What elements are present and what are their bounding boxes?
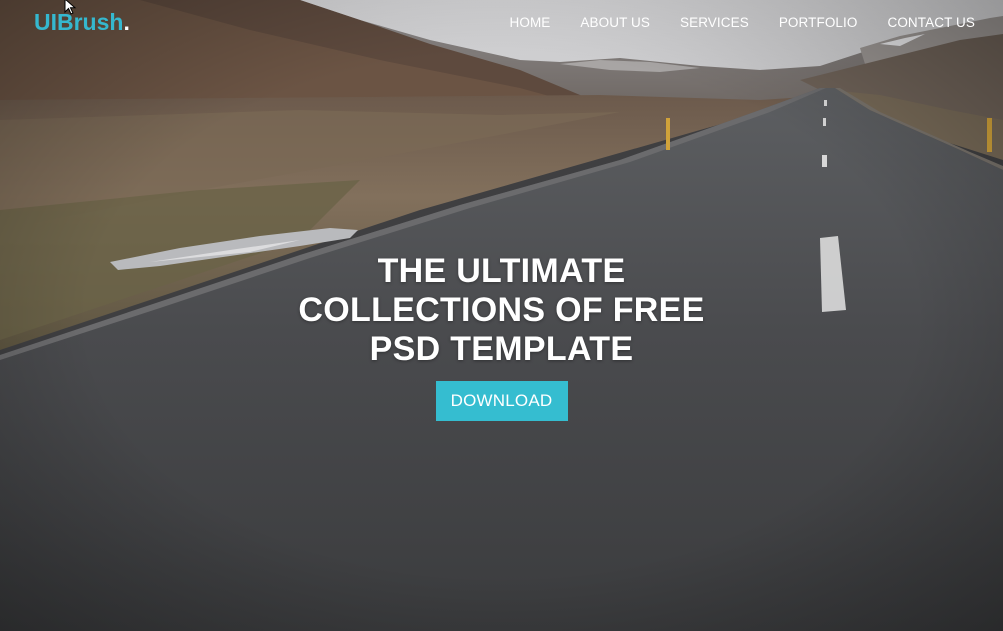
hero-section: UIBrush. HOME ABOUT US SERVICES PORTFOLI… (0, 0, 1003, 631)
nav-item-services[interactable]: SERVICES (680, 15, 749, 30)
nav-item-portfolio[interactable]: PORTFOLIO (779, 15, 858, 30)
brand-dot: . (123, 9, 130, 35)
hero-title: THE ULTIMATE COLLECTIONS OF FREE PSD TEM… (242, 252, 762, 369)
hero-title-line-2: COLLECTIONS OF FREE (298, 291, 705, 329)
mouse-pointer-icon (64, 0, 77, 15)
nav-item-about-us[interactable]: ABOUT US (580, 15, 650, 30)
hero-title-line-3: PSD TEMPLATE (369, 330, 634, 368)
download-button[interactable]: DOWNLOAD (435, 381, 568, 421)
brand-name: UIBrush (34, 9, 124, 35)
nav-item-contact-us[interactable]: CONTACT US (887, 15, 975, 30)
brand-logo[interactable]: UIBrush. (34, 9, 130, 36)
hero-title-line-1: THE ULTIMATE (377, 252, 626, 290)
hero-content: THE ULTIMATE COLLECTIONS OF FREE PSD TEM… (0, 252, 1003, 421)
nav-item-home[interactable]: HOME (510, 15, 551, 30)
navbar: UIBrush. HOME ABOUT US SERVICES PORTFOLI… (0, 0, 1003, 46)
main-nav: HOME ABOUT US SERVICES PORTFOLIO CONTACT… (510, 15, 976, 30)
